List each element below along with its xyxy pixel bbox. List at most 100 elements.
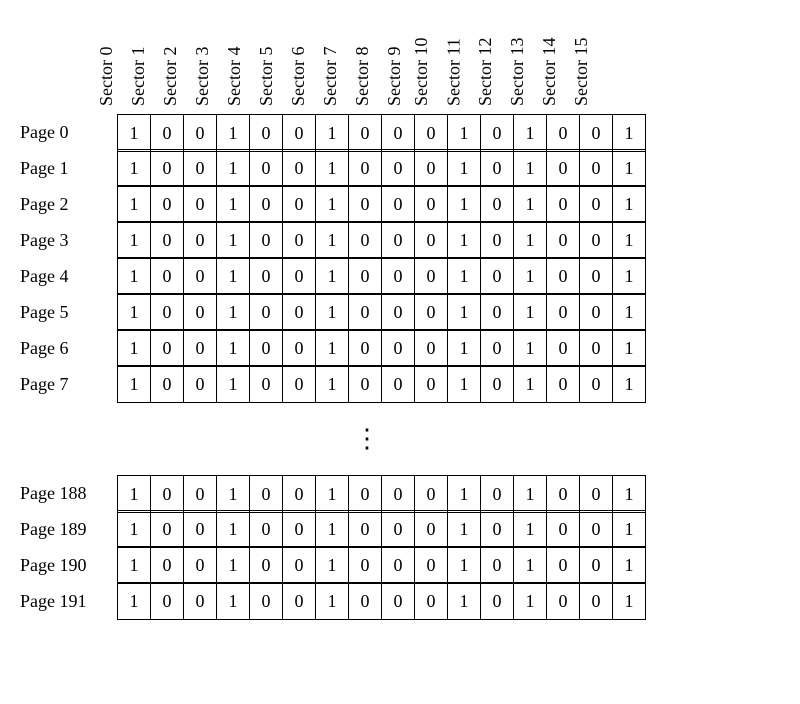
grid-cell: 1 xyxy=(117,510,151,548)
grid-cell: 0 xyxy=(150,329,184,367)
grid-cell: 0 xyxy=(150,365,184,403)
page-sector-diagram: Sector 0Sector 1Sector 2Sector 3Sector 4… xyxy=(14,18,786,619)
grid-cell: 0 xyxy=(150,149,184,187)
grid-cell: 0 xyxy=(282,329,316,367)
sector-header-label: Sector 5 xyxy=(256,47,277,106)
grid-cell: 0 xyxy=(150,293,184,331)
grid-cell: 0 xyxy=(381,546,415,584)
sector-header-label: Sector 10 xyxy=(411,38,432,106)
grid-cell: 1 xyxy=(315,185,349,223)
grid-cell: 0 xyxy=(381,114,415,152)
grid-cell: 0 xyxy=(480,329,514,367)
grid-cell: 0 xyxy=(546,546,580,584)
grid-cell: 0 xyxy=(546,114,580,152)
grid-cell: 1 xyxy=(447,293,481,331)
grid-cell: 0 xyxy=(579,546,613,584)
page-label: Page 189 xyxy=(14,511,118,547)
grid-cell: 0 xyxy=(414,221,448,259)
grid-cell: 1 xyxy=(315,365,349,403)
grid-row: 1001001000101001 xyxy=(118,186,646,222)
grid-cell: 0 xyxy=(150,114,184,152)
grid-cell: 0 xyxy=(282,149,316,187)
grid-cell: 1 xyxy=(447,185,481,223)
sector-header-label: Sector 1 xyxy=(128,47,149,106)
grid-cell: 0 xyxy=(249,149,283,187)
grid-cell: 0 xyxy=(183,329,217,367)
grid-cell: 0 xyxy=(381,475,415,513)
bottom-page-block: Page 1881001001000101001Page 18910010010… xyxy=(14,475,786,619)
sector-header-label: Sector 3 xyxy=(192,47,213,106)
grid-cell: 0 xyxy=(579,582,613,620)
grid-cell: 0 xyxy=(414,582,448,620)
grid-cell: 0 xyxy=(579,185,613,223)
page-label: Page 3 xyxy=(14,222,118,258)
vertical-ellipsis: ⋮ xyxy=(112,432,624,445)
page-label: Page 191 xyxy=(14,583,118,619)
grid-cell: 0 xyxy=(183,257,217,295)
grid-cell: 0 xyxy=(150,510,184,548)
grid-cell: 0 xyxy=(183,475,217,513)
grid-cell: 1 xyxy=(612,582,646,620)
grid-cell: 0 xyxy=(348,365,382,403)
sector-header-label: Sector 0 xyxy=(96,47,117,106)
grid-cell: 0 xyxy=(348,293,382,331)
grid-cell: 0 xyxy=(282,365,316,403)
grid-cell: 0 xyxy=(282,185,316,223)
grid-cell: 0 xyxy=(150,221,184,259)
grid-cell: 1 xyxy=(216,185,250,223)
grid-cell: 1 xyxy=(612,329,646,367)
grid-cell: 0 xyxy=(249,546,283,584)
grid-cell: 0 xyxy=(249,329,283,367)
grid-row: 1001001000101001 xyxy=(118,547,646,583)
sector-header-label: Sector 13 xyxy=(507,38,528,106)
grid-cell: 0 xyxy=(480,149,514,187)
grid-cell: 1 xyxy=(612,365,646,403)
grid-cell: 1 xyxy=(612,257,646,295)
grid-cell: 0 xyxy=(249,221,283,259)
grid-cell: 0 xyxy=(480,582,514,620)
grid-cell: 1 xyxy=(447,221,481,259)
table-row: Page 1911001001000101001 xyxy=(14,583,786,619)
grid-cell: 1 xyxy=(513,221,547,259)
grid-cell: 0 xyxy=(348,329,382,367)
grid-cell: 1 xyxy=(315,257,349,295)
grid-cell: 1 xyxy=(216,582,250,620)
grid-row: 1001001000101001 xyxy=(118,330,646,366)
grid-cell: 0 xyxy=(414,149,448,187)
sector-header-label: Sector 15 xyxy=(571,38,592,106)
sector-header-label: Sector 6 xyxy=(288,47,309,106)
grid-cell: 0 xyxy=(183,149,217,187)
grid-cell: 0 xyxy=(183,582,217,620)
grid-cell: 1 xyxy=(216,365,250,403)
table-row: Page 1891001001000101001 xyxy=(14,511,786,547)
grid-cell: 1 xyxy=(315,221,349,259)
grid-cell: 1 xyxy=(447,510,481,548)
grid-cell: 0 xyxy=(480,365,514,403)
grid-cell: 0 xyxy=(282,257,316,295)
grid-cell: 0 xyxy=(579,475,613,513)
grid-cell: 1 xyxy=(513,582,547,620)
grid-cell: 1 xyxy=(513,365,547,403)
grid-cell: 0 xyxy=(480,257,514,295)
grid-cell: 0 xyxy=(381,329,415,367)
grid-cell: 0 xyxy=(150,546,184,584)
grid-cell: 0 xyxy=(546,510,580,548)
grid-cell: 0 xyxy=(546,257,580,295)
grid-cell: 1 xyxy=(315,293,349,331)
table-row: Page 1881001001000101001 xyxy=(14,475,786,511)
grid-cell: 1 xyxy=(513,510,547,548)
grid-cell: 1 xyxy=(315,475,349,513)
grid-cell: 1 xyxy=(216,114,250,152)
grid-cell: 1 xyxy=(216,475,250,513)
grid-cell: 0 xyxy=(150,185,184,223)
sector-header-label: Sector 12 xyxy=(475,38,496,106)
grid-cell: 0 xyxy=(381,221,415,259)
grid-cell: 0 xyxy=(348,114,382,152)
grid-cell: 1 xyxy=(315,114,349,152)
grid-cell: 0 xyxy=(282,510,316,548)
grid-cell: 0 xyxy=(579,365,613,403)
table-row: Page 51001001000101001 xyxy=(14,294,786,330)
grid-cell: 0 xyxy=(183,510,217,548)
grid-cell: 0 xyxy=(414,257,448,295)
grid-cell: 0 xyxy=(381,293,415,331)
